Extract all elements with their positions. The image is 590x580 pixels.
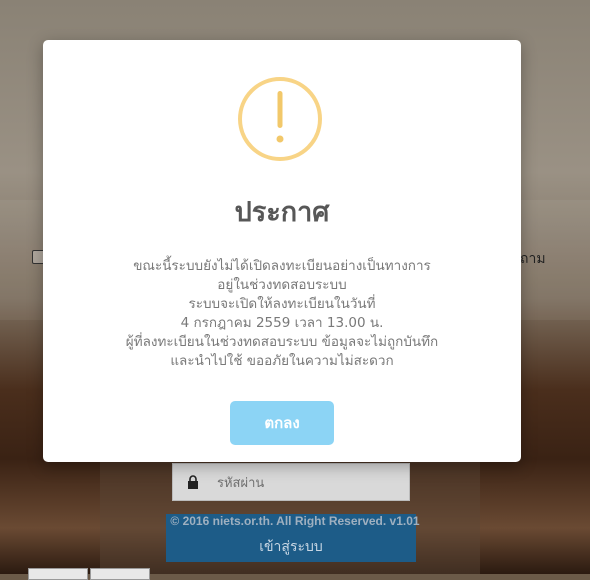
bottom-tab-left [28,568,88,580]
modal-title: ประกาศ [234,197,330,228]
message-line: ผู้ที่ลงทะเบียนในช่วงทดสอบระบบ ข้อมูลจะไ… [125,334,439,350]
ok-button[interactable]: ตกลง [230,401,334,445]
message-line: ขณะนี้ระบบยังไม่ได้เปิดลงทะเบียนอย่างเป็… [133,258,431,274]
lock-icon [188,475,198,489]
announcement-modal: ประกาศ ขณะนี้ระบบยังไม่ได้เปิดลงทะเบียนอ… [43,40,521,462]
bottom-tab-right [90,568,150,580]
message-line: อยู่ในช่วงทดสอบระบบ [217,277,347,293]
modal-message: ขณะนี้ระบบยังไม่ได้เปิดลงทะเบียนอย่างเป็… [63,257,501,371]
copyright-text: © 2016 niets.or.th. All Right Reserved. … [170,514,420,528]
password-input[interactable] [215,468,409,498]
warning-icon [238,77,322,161]
password-field [172,463,410,501]
message-line: 4 กรกฎาคม 2559 เวลา 13.00 น. [180,315,384,331]
message-line: ระบบจะเปิดให้ลงทะเบียนในวันที่ [188,296,376,312]
background-text-fragment: ถาม [520,251,546,267]
message-line: และนำไปใช้ ขออภัยในความไม่สะดวก [170,353,394,369]
